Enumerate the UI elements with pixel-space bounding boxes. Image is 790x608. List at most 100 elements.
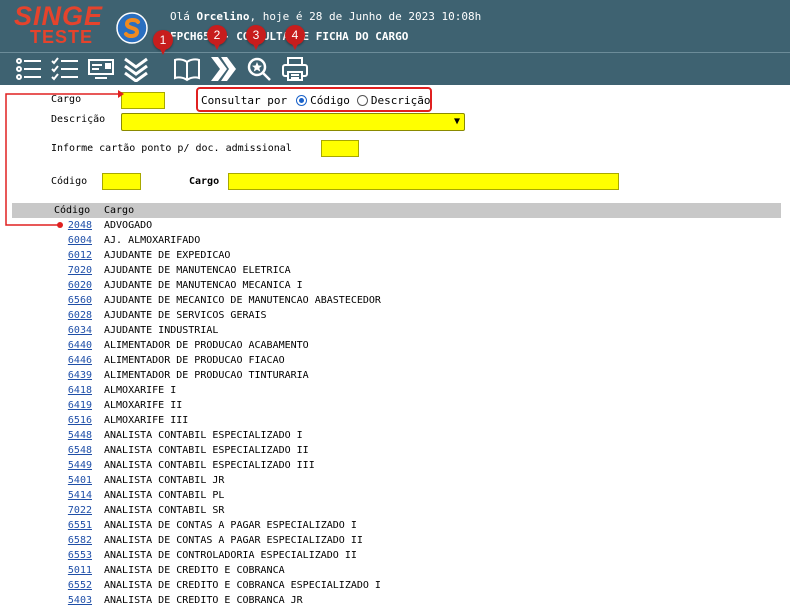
- table-row: 6560 AJUDANTE DE MECANICO DE MANUTENCAO A…: [12, 294, 781, 309]
- radio-codigo[interactable]: [296, 95, 308, 106]
- table-row: 5449 ANALISTA CONTABIL ESPECIALIZADO III: [12, 459, 781, 474]
- descricao-label: Descrição: [51, 114, 106, 125]
- cargo-code-link[interactable]: 5011: [12, 565, 92, 576]
- greeting-date: , hoje é 28 de Junho de 2023 10:08h: [249, 10, 482, 23]
- cargo-name: ANALISTA DE CREDITO E COBRANCA JR: [104, 595, 303, 606]
- table-row: 6418 ALMOXARIFE I: [12, 384, 781, 399]
- cargo-filter-label: Cargo: [189, 176, 220, 187]
- consultar-por-group: Consultar por Código Descrição: [201, 94, 430, 107]
- cargo-name: ANALISTA CONTABIL PL: [104, 490, 225, 501]
- table-row: 6440 ALIMENTADOR DE PRODUCAO ACABAMENTO: [12, 339, 781, 354]
- table-row: 6516 ALMOXARIFE III: [12, 414, 781, 429]
- list-button[interactable]: [14, 55, 44, 83]
- cargo-code-link[interactable]: 7022: [12, 505, 92, 516]
- chevron-down-icon: ▼: [453, 116, 460, 127]
- table-row: 6419 ALMOXARIFE II: [12, 399, 781, 414]
- cargo-code-link[interactable]: 7020: [12, 265, 92, 276]
- print-icon: [282, 57, 308, 81]
- header-codigo[interactable]: Código: [54, 205, 90, 216]
- cargo-code-link[interactable]: 2048: [12, 220, 92, 231]
- logo-teste: TESTE: [30, 27, 94, 47]
- cargo-code-link[interactable]: 6439: [12, 370, 92, 381]
- table-row: 2048 ADVOGADO: [12, 219, 781, 234]
- table-row: 5011 ANALISTA DE CREDITO E COBRANCA: [12, 564, 781, 579]
- table-row: 7022 ANALISTA CONTABIL SR: [12, 504, 781, 519]
- cargo-label: Cargo: [51, 94, 82, 105]
- cargo-code-link[interactable]: 6440: [12, 340, 92, 351]
- cargo-code-link[interactable]: 6548: [12, 445, 92, 456]
- cargo-name: ANALISTA DE CREDITO E COBRANCA ESPECIALI…: [104, 580, 381, 591]
- cargo-code-link[interactable]: 6560: [12, 295, 92, 306]
- table-row: 6004 AJ. ALMOXARIFADO: [12, 234, 781, 249]
- search-star-icon: [247, 57, 271, 81]
- cargo-name: AJUDANTE DE SERVICOS GERAIS: [104, 310, 267, 321]
- radio-codigo-label[interactable]: Código: [310, 94, 350, 107]
- cargo-code-link[interactable]: 6004: [12, 235, 92, 246]
- card-button[interactable]: [86, 55, 116, 83]
- cartao-input[interactable]: [321, 140, 359, 157]
- cargo-code-link[interactable]: 5448: [12, 430, 92, 441]
- cargo-code-link[interactable]: 5449: [12, 460, 92, 471]
- codigo-filter-input[interactable]: [102, 173, 141, 190]
- table-header: Código Cargo: [12, 203, 781, 218]
- toolbar: [0, 52, 790, 85]
- book-button[interactable]: [172, 55, 202, 83]
- app-logo-icon: [116, 12, 148, 44]
- cargo-code-link[interactable]: 5414: [12, 490, 92, 501]
- cargo-name: AJUDANTE DE MANUTENCAO ELETRICA: [104, 265, 291, 276]
- collapse-button[interactable]: [121, 55, 151, 83]
- checklist-button[interactable]: [50, 55, 80, 83]
- table-row: 5448 ANALISTA CONTABIL ESPECIALIZADO I: [12, 429, 781, 444]
- cargo-name: ANALISTA DE CREDITO E COBRANCA: [104, 565, 285, 576]
- cargo-code-link[interactable]: 6551: [12, 520, 92, 531]
- cargo-code-link[interactable]: 6012: [12, 250, 92, 261]
- list-icon: [16, 58, 41, 80]
- cargo-code-link[interactable]: 5401: [12, 475, 92, 486]
- table-row: 6439 ALIMENTADOR DE PRODUCAO TINTURARIA: [12, 369, 781, 384]
- cargo-name: ANALISTA CONTABIL ESPECIALIZADO III: [104, 460, 315, 471]
- cargo-name: ALMOXARIFE I: [104, 385, 177, 396]
- radio-descricao[interactable]: [356, 95, 368, 106]
- cargo-name: ALIMENTADOR DE PRODUCAO FIACAO: [104, 355, 285, 366]
- table-row: 6012 AJUDANTE DE EXPEDICAO: [12, 249, 781, 264]
- cargo-name: ANALISTA CONTABIL ESPECIALIZADO II: [104, 445, 309, 456]
- consultar-por-label: Consultar por: [201, 94, 288, 107]
- cargo-code-link[interactable]: 6028: [12, 310, 92, 321]
- next-button[interactable]: [208, 55, 238, 83]
- greeting-prefix: Olá: [170, 10, 197, 23]
- print-button[interactable]: [280, 55, 310, 83]
- logo-singe: SINGE: [14, 1, 104, 31]
- cargo-code-link[interactable]: 6020: [12, 280, 92, 291]
- cargo-name: ANALISTA DE CONTAS A PAGAR ESPECIALIZADO…: [104, 520, 357, 531]
- callout-1: 1: [153, 30, 173, 55]
- radio-descricao-label[interactable]: Descrição: [371, 94, 431, 107]
- next-icon: [211, 57, 236, 81]
- table-row: 5403 ANALISTA DE CREDITO E COBRANCA JR: [12, 594, 781, 608]
- table-row: 5401 ANALISTA CONTABIL JR: [12, 474, 781, 489]
- cargo-name: ALIMENTADOR DE PRODUCAO ACABAMENTO: [104, 340, 309, 351]
- cargo-code-link[interactable]: 6582: [12, 535, 92, 546]
- search-button[interactable]: [244, 55, 274, 83]
- table-row: 6446 ALIMENTADOR DE PRODUCAO FIACAO: [12, 354, 781, 369]
- card-icon: [88, 59, 114, 79]
- checklist-icon: [51, 57, 78, 81]
- codigo-filter-label: Código: [51, 176, 88, 187]
- cargo-code-link[interactable]: 6552: [12, 580, 92, 591]
- cargo-name: AJUDANTE DE EXPEDICAO: [104, 250, 231, 261]
- cargo-name: ANALISTA DE CONTROLADORIA ESPECIALIZADO …: [104, 550, 357, 561]
- cargo-code-link[interactable]: 6446: [12, 355, 92, 366]
- header-cargo[interactable]: Cargo: [104, 205, 134, 216]
- table-row: 6548 ANALISTA CONTABIL ESPECIALIZADO II: [12, 444, 781, 459]
- cartao-label: Informe cartão ponto p/ doc. admissional: [51, 143, 292, 154]
- cargo-name: ANALISTA CONTABIL JR: [104, 475, 225, 486]
- cargo-code-link[interactable]: 6418: [12, 385, 92, 396]
- cargo-code-link[interactable]: 6516: [12, 415, 92, 426]
- book-icon: [174, 58, 200, 82]
- cargo-code-link[interactable]: 6034: [12, 325, 92, 336]
- cargo-code-link[interactable]: 6553: [12, 550, 92, 561]
- descricao-select[interactable]: ▼: [121, 113, 465, 131]
- cargo-code-link[interactable]: 5403: [12, 595, 92, 606]
- cargo-filter-input[interactable]: [228, 173, 619, 190]
- cargo-code-link[interactable]: 6419: [12, 400, 92, 411]
- cargo-input[interactable]: [121, 92, 165, 109]
